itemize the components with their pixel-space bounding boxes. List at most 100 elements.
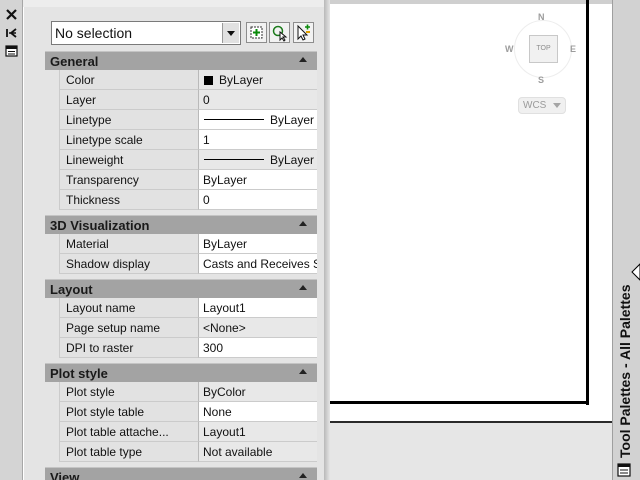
property-value[interactable]: Layout1: [198, 298, 317, 318]
toggle-pickadd-button[interactable]: [246, 22, 267, 43]
compass-west[interactable]: W: [505, 44, 514, 54]
property-name: Linetype: [59, 110, 198, 130]
paper-border-bottom: [330, 401, 589, 404]
quick-select-button[interactable]: [293, 22, 314, 43]
property-row-plot-table-attached[interactable]: Plot table attache... Layout1: [45, 422, 317, 442]
property-value-text: ByLayer: [219, 73, 264, 87]
drawing-area-top-edge: [330, 0, 612, 4]
property-row-dpi-to-raster[interactable]: DPI to raster 300: [45, 338, 317, 358]
collapse-arrow-icon[interactable]: [299, 221, 307, 226]
paper-border-right: [586, 0, 589, 405]
properties-menu-icon[interactable]: [4, 44, 19, 58]
property-name: Shadow display: [59, 254, 198, 274]
section-title: General: [50, 54, 99, 69]
property-row-plot-style-table[interactable]: Plot style table None: [45, 402, 317, 422]
select-objects-icon: [272, 25, 288, 42]
property-name: Material: [59, 234, 198, 254]
property-value-text: ByLayer: [270, 113, 315, 127]
property-name: DPI to raster: [59, 338, 198, 358]
selection-dropdown[interactable]: No selection: [51, 21, 241, 45]
collapse-arrow-icon[interactable]: [299, 369, 307, 374]
property-value[interactable]: ByLayer: [198, 150, 317, 170]
drawing-area[interactable]: [330, 0, 612, 424]
dropdown-arrow-button[interactable]: [222, 23, 239, 43]
collapse-arrow-icon[interactable]: [299, 285, 307, 290]
property-row-linetype-scale[interactable]: Linetype scale 1: [45, 130, 317, 150]
property-value[interactable]: 0: [198, 90, 317, 110]
compass-north[interactable]: N: [538, 12, 545, 22]
toggle-pickadd-icon: [250, 26, 263, 39]
property-name: Plot table type: [59, 442, 198, 462]
property-row-lineweight[interactable]: Lineweight ByLayer: [45, 150, 317, 170]
line-sample-icon: [204, 119, 264, 120]
property-value[interactable]: ByLayer: [198, 170, 317, 190]
section-header-view[interactable]: View: [45, 467, 317, 480]
property-name: Linetype scale: [59, 130, 198, 150]
properties-palette-title-bar: [0, 0, 23, 480]
property-row-color[interactable]: Color ByLayer: [45, 70, 317, 90]
property-row-plot-table-type[interactable]: Plot table type Not available: [45, 442, 317, 462]
property-name: Layout name: [59, 298, 198, 318]
property-row-layout-name[interactable]: Layout name Layout1: [45, 298, 317, 318]
compass-south[interactable]: S: [538, 75, 544, 85]
property-name: Plot table attache...: [59, 422, 198, 442]
property-value[interactable]: ByColor: [198, 382, 317, 402]
property-name: Thickness: [59, 190, 198, 210]
close-icon[interactable]: [4, 8, 19, 22]
select-objects-button[interactable]: [269, 22, 290, 43]
section-title: Plot style: [50, 366, 108, 381]
property-row-page-setup-name[interactable]: Page setup name <None>: [45, 318, 317, 338]
property-value-text: ByLayer: [270, 153, 315, 167]
color-swatch-icon: [204, 76, 213, 85]
section-title: 3D Visualization: [50, 218, 150, 233]
property-value[interactable]: 300: [198, 338, 317, 358]
property-value[interactable]: 0: [198, 190, 317, 210]
tool-palettes-title[interactable]: Tool Palettes - All Palettes: [614, 2, 638, 462]
section-header-plot-style[interactable]: Plot style: [45, 363, 317, 382]
property-value[interactable]: ByLayer: [198, 70, 317, 90]
wcs-menu-button[interactable]: WCS: [518, 97, 566, 114]
property-name: Plot style: [59, 382, 198, 402]
property-value[interactable]: ByLayer: [198, 110, 317, 130]
auto-hide-icon[interactable]: [4, 26, 19, 40]
section-header-layout[interactable]: Layout: [45, 279, 317, 298]
paper-background: [330, 421, 612, 480]
viewcube-top-face[interactable]: TOP: [529, 35, 558, 63]
property-value[interactable]: <None>: [198, 318, 317, 338]
property-row-thickness[interactable]: Thickness 0: [45, 190, 317, 210]
mouse-cursor-icon: [631, 263, 640, 281]
property-row-linetype[interactable]: Linetype ByLayer: [45, 110, 317, 130]
property-name: Color: [59, 70, 198, 90]
property-name: Plot style table: [59, 402, 198, 422]
wcs-label: WCS: [523, 100, 547, 111]
property-value[interactable]: ByLayer: [198, 234, 317, 254]
section-title: Layout: [50, 282, 93, 297]
property-row-transparency[interactable]: Transparency ByLayer: [45, 170, 317, 190]
property-row-shadow-display[interactable]: Shadow display Casts and Receives S...: [45, 254, 317, 274]
collapse-arrow-icon[interactable]: [299, 473, 307, 478]
selection-dropdown-value: No selection: [55, 25, 133, 41]
property-row-plot-style[interactable]: Plot style ByColor: [45, 382, 317, 402]
section-header-general[interactable]: General: [45, 51, 317, 70]
chevron-down-icon: [553, 103, 561, 108]
collapse-arrow-icon[interactable]: [299, 57, 307, 62]
section-header-3d-visualization[interactable]: 3D Visualization: [45, 215, 317, 234]
chevron-down-icon: [227, 31, 235, 36]
property-row-layer[interactable]: Layer 0: [45, 90, 317, 110]
property-name: Page setup name: [59, 318, 198, 338]
property-value[interactable]: Casts and Receives S...: [198, 254, 317, 274]
property-value[interactable]: 1: [198, 130, 317, 150]
property-value[interactable]: None: [198, 402, 317, 422]
property-name: Layer: [59, 90, 198, 110]
palette-menu-icon[interactable]: [617, 463, 631, 477]
section-title: View: [50, 470, 80, 480]
property-name: Lineweight: [59, 150, 198, 170]
properties-toolbar: No selection: [24, 7, 325, 51]
property-value[interactable]: Not available: [198, 442, 317, 462]
properties-palette: No selection General Color ByLayer Layer…: [23, 7, 324, 480]
quick-select-icon: [297, 24, 310, 41]
property-name: Transparency: [59, 170, 198, 190]
property-row-material[interactable]: Material ByLayer: [45, 234, 317, 254]
property-value[interactable]: Layout1: [198, 422, 317, 442]
compass-east[interactable]: E: [570, 44, 576, 54]
